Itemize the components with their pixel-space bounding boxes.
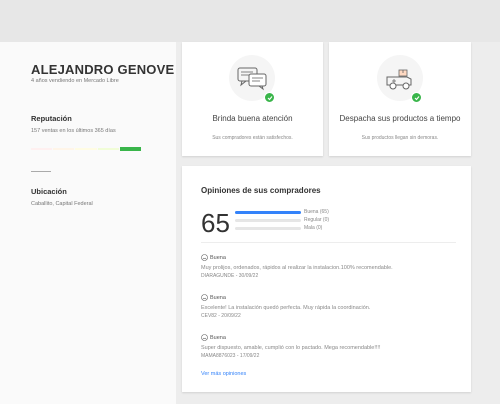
feature-card-attention: Brinda buena atención Sus compradores es… [182, 42, 323, 156]
review-text: Super dispuesto, amable, cumplió con lo … [201, 345, 381, 351]
review-rating: Buena [201, 254, 461, 261]
review-rating: Buena [201, 334, 461, 341]
rating-bar-label: Buena (65) [304, 209, 329, 215]
seller-sidebar [0, 42, 176, 404]
check-icon [264, 92, 275, 103]
feature-subtitle: Sus productos llegan sin demoras. [361, 135, 439, 141]
seller-name: ALEJANDRO GENOVE [31, 62, 175, 77]
opinions-card: Opiniones de sus compradores 65 Buena (6… [182, 166, 471, 392]
reputation-title: Reputación [31, 114, 72, 123]
opinions-score: 65 [201, 208, 230, 238]
review-user: DIARAGUNDE - 30/09/22 [201, 273, 259, 279]
section-divider [31, 171, 51, 172]
reputation-level-5 [119, 147, 142, 151]
reputation-level-3 [75, 148, 97, 150]
review-rating: Buena [201, 294, 461, 301]
smile-icon [201, 254, 208, 261]
location-title: Ubicación [31, 187, 67, 196]
feature-title: Brinda buena atención [212, 114, 293, 123]
review-item: Buena Muy prolijos, ordenados, rápidos a… [201, 254, 461, 279]
reputation-level-1 [31, 148, 53, 150]
reputation-thermometer [31, 147, 142, 151]
feature-card-delivery: Despacha sus productos a tiempo Sus prod… [329, 42, 471, 156]
review-rating-label: Buena [210, 254, 226, 261]
reputation-level-4 [97, 148, 119, 150]
check-icon [411, 92, 422, 103]
reputation-level-2 [53, 148, 75, 150]
rating-bar [235, 218, 301, 222]
more-opinions-link[interactable]: Ver más opiniones [201, 371, 246, 377]
rating-bar-label: Mala (0) [304, 225, 323, 231]
rating-bar-label: Regular (0) [304, 217, 330, 223]
location-text: Caballito, Capital Federal [31, 201, 93, 207]
review-text: Muy prolijos, ordenados, rápidos al real… [201, 265, 393, 271]
review-text: Excelente! La instalación quedó perfecta… [201, 305, 371, 311]
rating-bar [235, 210, 301, 214]
smile-icon [201, 334, 208, 341]
seller-experience: 4 años vendiendo en Mercado Libre [31, 78, 119, 84]
opinions-title: Opiniones de sus compradores [201, 186, 321, 195]
top-band [0, 0, 500, 42]
smile-icon [201, 294, 208, 301]
separator [201, 242, 456, 243]
reputation-sales: 157 ventas en los últimos 365 días [31, 128, 116, 134]
review-user: MAMA8876023 - 17/09/22 [201, 353, 260, 359]
feature-subtitle: Sus compradores están satisfechos. [212, 135, 293, 141]
rating-bar-row: Mala (0) [235, 225, 322, 231]
review-item: Buena Excelente! La instalación quedó pe… [201, 294, 461, 319]
rating-bar-fill [235, 210, 301, 214]
feature-title: Despacha sus productos a tiempo [339, 114, 461, 123]
rating-bar-row: Buena (65) [235, 209, 329, 215]
review-user: CEV82 - 20/09/22 [201, 313, 241, 319]
rating-bar-row: Regular (0) [235, 217, 329, 223]
review-rating-label: Buena [210, 294, 226, 301]
review-rating-label: Buena [210, 334, 226, 341]
rating-bar [235, 226, 301, 230]
review-item: Buena Super dispuesto, amable, cumplió c… [201, 334, 461, 359]
